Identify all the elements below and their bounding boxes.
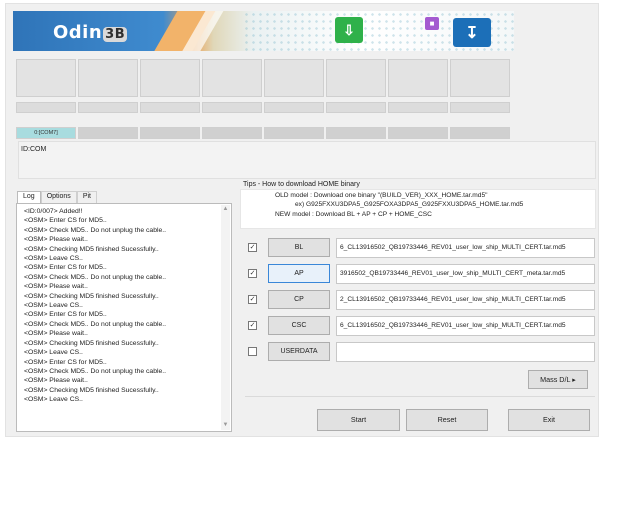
tips-old-model: OLD model : Download one binary "(BUILD_… bbox=[275, 192, 488, 199]
log-line: <OSM> Checking MD5 finished Sucessfully.… bbox=[24, 386, 159, 394]
id-com-box: ID:COM bbox=[18, 141, 596, 179]
cp-button[interactable]: CP bbox=[268, 290, 330, 309]
log-line: <OSM> Leave CS.. bbox=[24, 255, 83, 263]
slot-status-row bbox=[16, 102, 510, 113]
tab-log[interactable]: Log bbox=[17, 191, 41, 203]
id-com-label: ID:COM bbox=[21, 146, 47, 153]
userdata-button[interactable]: USERDATA bbox=[268, 342, 330, 361]
log-line: <ID:0/007> Added!! bbox=[24, 208, 83, 215]
log-line: <OSM> Checking MD5 finished Sucessfully.… bbox=[24, 339, 159, 347]
log-line: <OSM> Please wait.. bbox=[24, 330, 88, 338]
log-tabs: Log Options Pit bbox=[17, 191, 97, 203]
log-scrollbar[interactable]: ▲ ▼ bbox=[221, 205, 230, 430]
tips-example: ex) G925FXXU3DPA5_G925FOXA3DPA5_G925FXXU… bbox=[295, 201, 524, 208]
csc-button[interactable]: CSC bbox=[268, 316, 330, 335]
cp-path-field[interactable]: 2_CL13916502_QB19733446_REV01_user_low_s… bbox=[336, 290, 595, 310]
log-line: <OSM> Enter CS for MD5.. bbox=[24, 311, 107, 319]
slot-progress-row bbox=[16, 59, 510, 97]
tab-pit[interactable]: Pit bbox=[76, 191, 97, 203]
reset-button[interactable]: Reset bbox=[406, 409, 488, 431]
userdata-checkbox[interactable] bbox=[248, 347, 257, 356]
install-icon: ⇩ bbox=[335, 17, 363, 43]
ap-path-field[interactable]: 3916502_QB19733446_REV01_user_low_ship_M… bbox=[336, 264, 595, 284]
chevron-up-icon[interactable]: ▲ bbox=[221, 205, 230, 214]
log-line: <OSM> Leave CS.. bbox=[24, 302, 83, 310]
bl-path-field[interactable]: 6_CL13916502_QB19733446_REV01_user_low_s… bbox=[336, 238, 595, 258]
csc-checkbox[interactable]: ✓ bbox=[248, 321, 257, 330]
log-line: <OSM> Checking MD5 finished Sucessfully.… bbox=[24, 245, 159, 253]
tips-box: OLD model : Download one binary "(BUILD_… bbox=[240, 189, 596, 229]
log-line: <OSM> Enter CS for MD5.. bbox=[24, 264, 107, 272]
log-line: <OSM> Please wait.. bbox=[24, 377, 88, 385]
bl-checkbox[interactable]: ✓ bbox=[248, 243, 257, 252]
log-line: <OSM> Check MD5.. Do not unplug the cabl… bbox=[24, 367, 167, 375]
cp-checkbox[interactable]: ✓ bbox=[248, 295, 257, 304]
bl-button[interactable]: BL bbox=[268, 238, 330, 257]
start-button[interactable]: Start bbox=[317, 409, 400, 431]
log-line: <OSM> Please wait.. bbox=[24, 283, 88, 291]
log-line: <OSM> Check MD5.. Do not unplug the cabl… bbox=[24, 226, 167, 234]
banner: Odin 3B ⇩ ■ ↧ bbox=[13, 11, 514, 51]
ap-checkbox[interactable]: ✓ bbox=[248, 269, 257, 278]
ap-button[interactable]: AP bbox=[268, 264, 330, 283]
userdata-path-field[interactable] bbox=[336, 342, 595, 362]
log-line: <OSM> Enter CS for MD5.. bbox=[24, 217, 107, 225]
mass-dl-button[interactable]: Mass D/L ▸ bbox=[528, 370, 588, 389]
exit-button[interactable]: Exit bbox=[508, 409, 590, 431]
log-panel[interactable]: <ID:0/007> Added!! <OSM> Enter CS for MD5… bbox=[16, 203, 232, 432]
log-line: <OSM> Leave CS.. bbox=[24, 349, 83, 357]
gift-icon: ■ bbox=[425, 17, 439, 30]
log-line: <OSM> Check MD5.. Do not unplug the cabl… bbox=[24, 320, 167, 328]
log-line: <OSM> Please wait.. bbox=[24, 236, 88, 244]
tips-title: Tips - How to download HOME binary bbox=[243, 181, 360, 188]
device-slots: 0:[COM7] ID:COM bbox=[16, 59, 596, 184]
log-line: <OSM> Checking MD5 finished Sucessfully.… bbox=[24, 292, 159, 300]
slot-port-row: 0:[COM7] bbox=[16, 127, 510, 139]
tips-panel: Tips - How to download HOME binary OLD m… bbox=[240, 180, 596, 231]
tab-options[interactable]: Options bbox=[40, 191, 77, 203]
active-port-slot: 0:[COM7] bbox=[16, 127, 76, 139]
chevron-down-icon[interactable]: ▼ bbox=[221, 421, 230, 430]
log-lines: <ID:0/007> Added!! <OSM> Enter CS for MD5… bbox=[24, 207, 166, 405]
log-line: <OSM> Enter CS for MD5.. bbox=[24, 358, 107, 366]
divider bbox=[245, 396, 595, 397]
csc-path-field[interactable]: 6_CL13916502_QB19733446_REV01_user_low_s… bbox=[336, 316, 595, 336]
log-line: <OSM> Check MD5.. Do not unplug the cabl… bbox=[24, 273, 167, 281]
log-line: <OSM> Leave CS.. bbox=[24, 396, 83, 404]
download-icon: ↧ bbox=[453, 18, 491, 47]
tips-new-model: NEW model : Download BL + AP + CP + HOME… bbox=[275, 211, 432, 218]
odin-logo: Odin 3B bbox=[53, 22, 128, 43]
